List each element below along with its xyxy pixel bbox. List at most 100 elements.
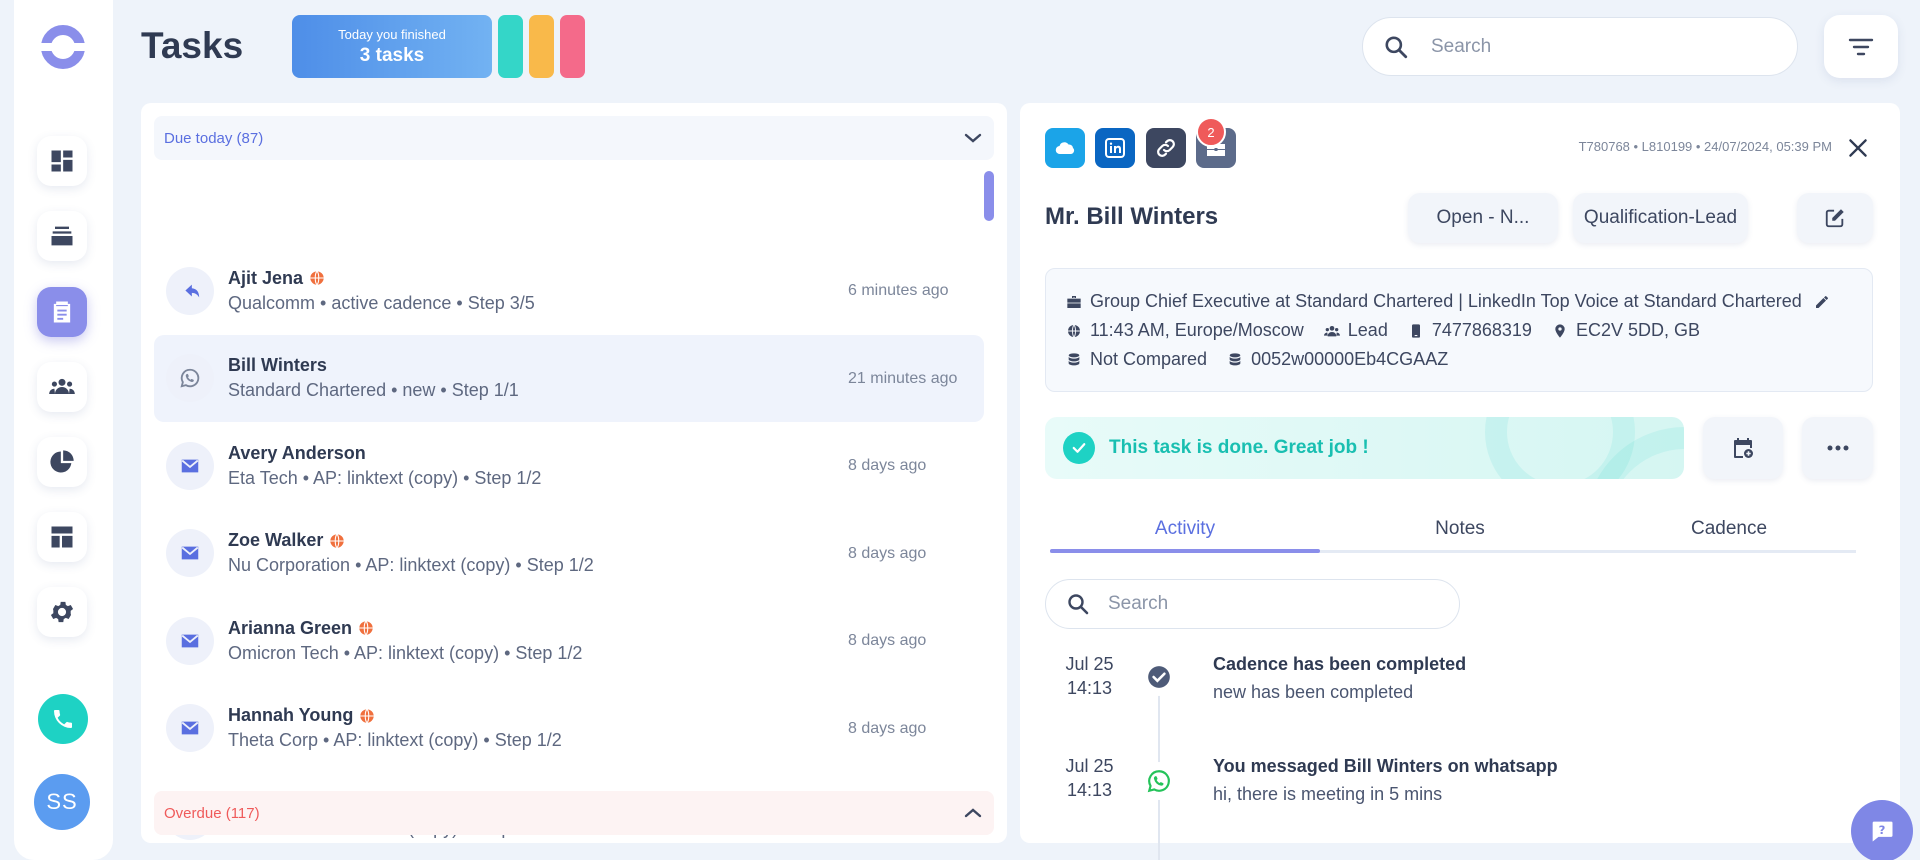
nav-tasks[interactable]: [37, 287, 87, 337]
task-contact-name[interactable]: Ajit Jena: [228, 268, 303, 289]
job-title-line: Group Chief Executive at Standard Charte…: [1066, 291, 1838, 312]
nav-templates[interactable]: [37, 512, 87, 562]
mail-icon: [166, 529, 214, 577]
activity-date: Jul 25 14:13: [1065, 654, 1114, 698]
overdue-header[interactable]: Overdue (117): [154, 791, 994, 835]
inbox-icon: [51, 226, 73, 246]
globe-icon: [360, 708, 375, 723]
task-row[interactable]: Ajit Jena Qualcomm • active cadence • Ste…: [154, 247, 984, 334]
nav-contacts[interactable]: [37, 362, 87, 412]
status-button[interactable]: Open - N...: [1408, 193, 1558, 243]
nav-dashboard[interactable]: [37, 136, 87, 186]
active-tab-indicator: [1050, 549, 1320, 553]
mail-icon: [166, 441, 214, 490]
globe-icon: [330, 533, 345, 548]
link-button[interactable]: [1146, 128, 1186, 168]
overdue-label: Overdue (117): [164, 804, 260, 822]
call-button[interactable]: [38, 694, 88, 744]
settings-icon: [50, 601, 74, 623]
activity-subtitle: new has been completed: [1213, 682, 1414, 702]
details-line: 11:43 AM, Europe/Moscow Lead 7477868319 …: [1066, 320, 1720, 341]
activity-title[interactable]: You messaged Bill Winters on whatsapp: [1213, 756, 1558, 777]
search-input[interactable]: [1431, 35, 1771, 58]
nav-settings[interactable]: [37, 587, 87, 637]
task-time: 21 minutes ago: [848, 369, 958, 387]
edit-icon: [1825, 209, 1844, 228]
task-list-panel: Due today (87) Ajit Jena Qualcomm • activ…: [141, 103, 1007, 843]
task-row[interactable]: Zoe Walker Nu Corporation • AP: linktext …: [154, 510, 984, 597]
stat-bar-teal[interactable]: [498, 15, 523, 78]
edit-contact-button[interactable]: [1797, 193, 1873, 243]
contacts-icon: [49, 378, 75, 394]
finished-tasks-card[interactable]: Today you finished 3 tasks: [292, 15, 492, 78]
tasks-icon: [53, 301, 71, 323]
app-logo-icon[interactable]: [38, 22, 88, 72]
search-icon: [1068, 594, 1089, 615]
task-contact-name[interactable]: Hannah Young: [228, 705, 353, 726]
task-row[interactable]: Hannah Young Theta Corp • AP: linktext (c…: [154, 685, 984, 772]
mail-icon: [166, 616, 214, 665]
task-ids: T780768 • L810199 • 24/07/2024, 05:39 PM: [1578, 139, 1832, 154]
sidebar: SS: [14, 0, 113, 860]
task-list-scrollbar[interactable]: [984, 171, 994, 221]
page-title: Tasks: [141, 25, 244, 66]
nav-inbox[interactable]: [37, 211, 87, 261]
tab-notes[interactable]: Notes: [1325, 518, 1595, 540]
lead-icon: [1323, 325, 1340, 336]
task-contact-name[interactable]: Bill Winters: [228, 355, 327, 376]
tab-cadence[interactable]: Cadence: [1594, 518, 1864, 540]
task-time: 8 days ago: [848, 544, 927, 562]
salesforce-icon: [1055, 142, 1075, 155]
chevron-down-icon[interactable]: [964, 132, 982, 144]
task-contact-name[interactable]: Zoe Walker: [228, 530, 323, 551]
done-message: This task is done. Great job !: [1109, 437, 1369, 458]
stat-bar-orange[interactable]: [529, 15, 554, 78]
task-row[interactable]: Avery Anderson Eta Tech • AP: linktext (c…: [154, 422, 984, 509]
chevron-up-icon[interactable]: [964, 807, 982, 819]
activity-search[interactable]: [1045, 579, 1460, 629]
contact-info-box: Group Chief Executive at Standard Charte…: [1045, 268, 1873, 392]
notification-badge: 2: [1196, 117, 1226, 147]
filter-button[interactable]: [1824, 15, 1898, 78]
task-row[interactable]: Arianna Green Omicron Tech • AP: linktext…: [154, 597, 984, 684]
database-icon: [1229, 352, 1241, 365]
close-icon[interactable]: [1845, 135, 1871, 161]
nav-reports[interactable]: [37, 437, 87, 487]
link-icon: [1157, 139, 1175, 157]
due-today-header[interactable]: Due today (87): [154, 116, 994, 160]
whatsapp-icon: [1140, 762, 1178, 800]
more-horizontal-icon: [1827, 445, 1848, 451]
compare-status: Not Compared: [1090, 349, 1208, 369]
contact-name: Mr. Bill Winters: [1045, 203, 1219, 230]
more-options-button[interactable]: [1802, 417, 1873, 479]
edit-pencil-icon[interactable]: [1814, 294, 1830, 310]
stat-bar-pink[interactable]: [560, 15, 585, 78]
salesforce-button[interactable]: [1045, 128, 1085, 168]
task-row[interactable]: Bill Winters Standard Chartered • new • S…: [154, 334, 984, 422]
linkedin-icon: [1105, 138, 1125, 158]
reports-icon: [50, 450, 74, 473]
linkedin-button[interactable]: [1095, 128, 1135, 168]
task-contact-name[interactable]: Avery Anderson: [228, 443, 366, 464]
finished-label: Today you finished: [338, 27, 446, 42]
mobile-phone-icon: [1411, 323, 1420, 338]
activity-search-input[interactable]: [1108, 593, 1428, 615]
reply-icon: [166, 266, 214, 315]
location: EC2V 5DD, GB: [1575, 320, 1700, 340]
tab-activity[interactable]: Activity: [1050, 518, 1320, 540]
contact-type: Lead: [1347, 320, 1388, 340]
activity-title[interactable]: Cadence has been completed: [1213, 654, 1466, 675]
task-time: 6 minutes ago: [848, 282, 949, 299]
check-circle-icon: [1063, 432, 1095, 464]
stage-button[interactable]: Qualification-Lead: [1573, 193, 1748, 243]
user-avatar[interactable]: SS: [34, 774, 90, 830]
templates-icon: [51, 526, 73, 548]
reschedule-button[interactable]: [1703, 417, 1783, 479]
task-contact-name[interactable]: Arianna Green: [228, 618, 352, 639]
calendar-add-icon: [1734, 438, 1753, 458]
task-search[interactable]: [1362, 17, 1798, 76]
task-done-banner: This task is done. Great job !: [1045, 417, 1684, 479]
help-button[interactable]: ?: [1851, 800, 1913, 860]
phone-number[interactable]: 7477868319: [1432, 320, 1532, 341]
local-time: 11:43 AM, Europe/Moscow: [1090, 320, 1304, 340]
